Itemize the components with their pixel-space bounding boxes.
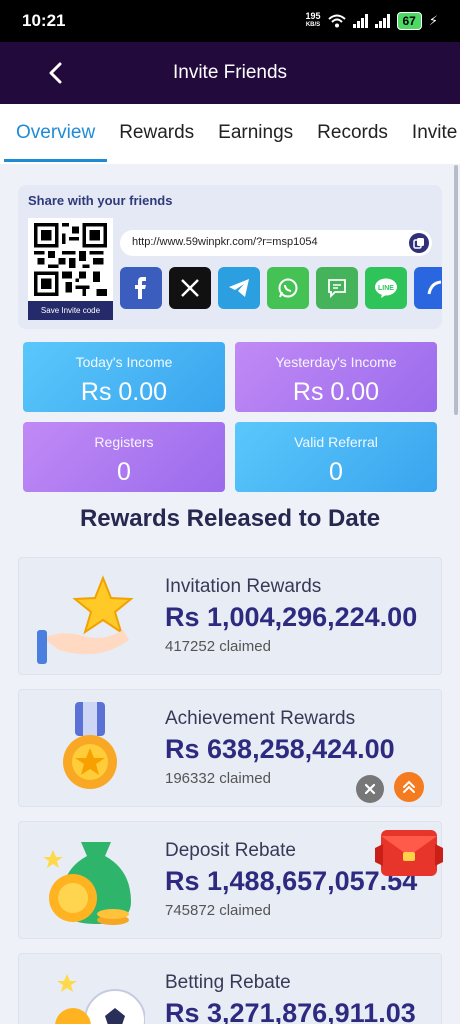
reward-claimed: 196332 claimed	[165, 770, 271, 787]
whatsapp-icon	[278, 278, 298, 298]
share-whatsapp-button[interactable]	[267, 267, 309, 309]
reward-amount: Rs 3,271,876,911.03	[165, 998, 416, 1024]
signal-icon	[352, 14, 368, 28]
soccer-ball-icon	[55, 974, 145, 1024]
invite-link-text: http://www.59winpkr.com/?r=msp1054	[132, 236, 318, 248]
copy-icon	[413, 238, 424, 249]
app-header: Invite Friends	[0, 42, 460, 104]
charging-icon: ⚡	[428, 13, 438, 28]
share-sms-button[interactable]	[316, 267, 358, 309]
network-speed-unit: KB/S	[305, 22, 321, 28]
tab-bar: Overview Rewards Earnings Records Invite	[0, 104, 460, 164]
status-bar: 10:21 195 KB/S 67 ⚡	[0, 0, 460, 42]
tab-earnings[interactable]: Earnings	[206, 104, 305, 164]
telegram-icon	[229, 279, 249, 297]
scroll-top-button[interactable]	[394, 772, 424, 802]
reward-amount: Rs 638,258,424.00	[165, 734, 395, 764]
status-time: 10:21	[22, 11, 66, 30]
reward-card-invitation[interactable]: Invitation Rewards Rs 1,004,296,224.00 4…	[18, 557, 442, 675]
chevron-left-icon	[49, 62, 62, 84]
share-telegram-button[interactable]	[218, 267, 260, 309]
invite-link-field[interactable]: http://www.59winpkr.com/?r=msp1054	[120, 230, 432, 256]
yesterday-income-value: Rs 0.00	[292, 378, 380, 406]
tab-rewards[interactable]: Rewards	[107, 104, 206, 164]
close-float-button[interactable]	[356, 775, 384, 803]
rewards-section-title: Rewards Released to Date	[79, 505, 381, 532]
battery-icon: 67	[396, 12, 422, 30]
sms-icon	[328, 279, 346, 299]
reward-title: Deposit Rebate	[165, 840, 296, 861]
share-title: Share with your friends	[28, 193, 173, 208]
qr-code: Save Invite code	[28, 218, 113, 320]
signal-icon-2	[374, 14, 390, 28]
x-icon	[181, 279, 199, 297]
tab-records[interactable]: Records	[305, 104, 400, 164]
facebook-icon	[135, 277, 146, 299]
valid-referral-label: Valid Referral	[294, 434, 378, 450]
reward-title: Betting Rebate	[165, 972, 291, 993]
reward-title: Invitation Rewards	[165, 576, 322, 597]
valid-referral-card: Valid Referral 0	[235, 422, 437, 492]
reward-claimed: 417252 claimed	[165, 638, 271, 655]
share-facebook-button[interactable]	[120, 267, 162, 309]
copy-link-button[interactable]	[409, 233, 429, 253]
tab-invite[interactable]: Invite	[400, 104, 460, 164]
page-title: Invite Friends	[172, 62, 288, 83]
wifi-icon	[327, 14, 346, 28]
medal-icon	[63, 702, 117, 789]
qr-code-icon	[34, 223, 107, 296]
red-envelope-icon[interactable]	[373, 826, 445, 880]
share-line-button[interactable]: LINE	[365, 267, 407, 309]
today-income-card: Today's Income Rs 0.00	[23, 342, 225, 412]
star-hand-icon	[37, 575, 134, 664]
today-income-label: Today's Income	[75, 354, 173, 370]
tab-overview[interactable]: Overview	[0, 104, 108, 164]
share-card: Share with your friends Save Invite code…	[18, 185, 442, 329]
yesterday-income-card: Yesterday's Income Rs 0.00	[235, 342, 437, 412]
back-button[interactable]	[38, 56, 72, 90]
reward-claimed: 745872 claimed	[165, 902, 271, 919]
close-icon	[364, 783, 376, 795]
share-more-button[interactable]	[414, 267, 442, 309]
reward-title: Achievement Rewards	[165, 708, 356, 729]
more-icon	[427, 280, 442, 295]
reward-amount: Rs 1,004,296,224.00	[165, 602, 418, 632]
yesterday-income-label: Yesterday's Income	[275, 354, 397, 370]
today-income-value: Rs 0.00	[80, 378, 168, 406]
registers-value: 0	[117, 458, 131, 486]
registers-label: Registers	[94, 434, 154, 450]
network-speed: 195 KB/S	[305, 12, 320, 30]
status-icons: 195 KB/S 67 ⚡	[305, 12, 438, 30]
share-x-button[interactable]	[169, 267, 211, 309]
valid-referral-value: 0	[329, 458, 343, 486]
scrollbar[interactable]	[454, 165, 458, 415]
chevron-double-up-icon	[403, 780, 415, 793]
line-icon: LINE	[375, 278, 397, 298]
registers-card: Registers 0	[23, 422, 225, 492]
network-speed-value: 195	[305, 11, 321, 21]
reward-card-betting[interactable]: Betting Rebate Rs 3,271,876,911.03	[18, 953, 442, 1024]
save-invite-code-button[interactable]: Save Invite code	[28, 301, 113, 320]
money-bag-icon	[43, 842, 131, 925]
svg-text:LINE: LINE	[378, 285, 394, 292]
social-share-row: LINE	[120, 267, 442, 311]
